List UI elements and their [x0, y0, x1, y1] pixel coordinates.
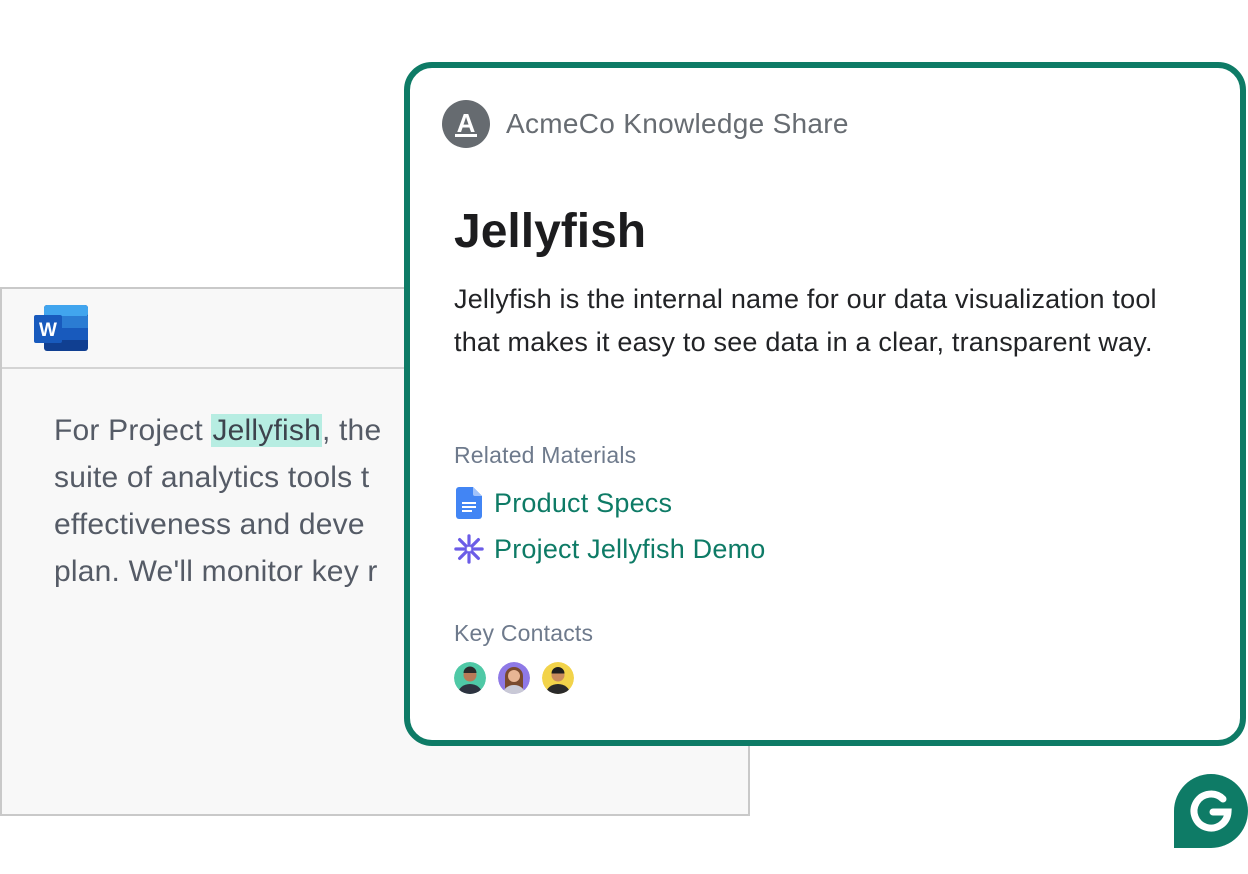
- card-description: Jellyfish is the internal name for our d…: [454, 284, 1157, 357]
- related-link-product-specs[interactable]: Product Specs: [454, 486, 672, 520]
- contact-avatar[interactable]: [454, 662, 486, 694]
- related-link-project-demo[interactable]: Project Jellyfish Demo: [454, 532, 766, 566]
- microsoft-word-icon: W: [34, 305, 88, 351]
- card-source: A AcmeCo Knowledge Share: [442, 100, 849, 148]
- source-name: AcmeCo Knowledge Share: [506, 108, 849, 139]
- svg-text:W: W: [39, 320, 57, 341]
- knowledge-card: A AcmeCo Knowledge Share Jellyfish Jelly…: [404, 62, 1246, 746]
- source-avatar: A: [442, 100, 490, 148]
- acmeco-logo-icon: A: [455, 108, 477, 138]
- link-label: Project Jellyfish Demo: [494, 533, 766, 564]
- contact-avatar[interactable]: [542, 662, 574, 694]
- key-contacts-list: [454, 662, 586, 694]
- google-docs-icon: [454, 486, 484, 520]
- key-contacts-label: Key Contacts: [454, 620, 594, 646]
- sparkle-asterisk-icon: [454, 532, 484, 566]
- grammarly-logo-icon[interactable]: [1174, 774, 1248, 848]
- link-label: Product Specs: [494, 487, 673, 518]
- contact-avatar[interactable]: [498, 662, 530, 694]
- highlighted-term[interactable]: Jellyfish: [211, 414, 322, 447]
- card-title: Jellyfish: [454, 205, 647, 258]
- svg-text:A: A: [457, 108, 476, 138]
- related-materials-label: Related Materials: [454, 442, 637, 468]
